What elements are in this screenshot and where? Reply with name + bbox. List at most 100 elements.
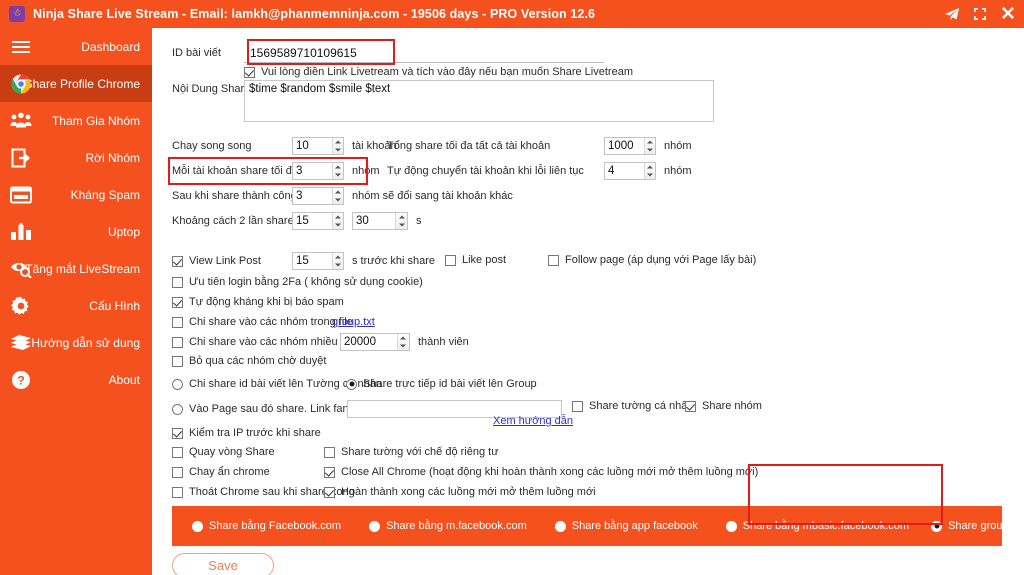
per-account-input[interactable] bbox=[293, 163, 332, 179]
guide-link[interactable]: Xem hướng dẫn bbox=[493, 415, 573, 427]
follow-page-label: Follow page (áp dụng với Page lấy bài) bbox=[565, 254, 757, 266]
auto-appeal-row[interactable]: Tự động kháng khi bị báo spam bbox=[172, 296, 344, 308]
view-link-post-checkbox[interactable]: View Link Post bbox=[172, 255, 292, 267]
interval-max-input[interactable] bbox=[353, 213, 396, 229]
like-post-row[interactable]: Like post bbox=[445, 254, 506, 266]
hidden-chrome-row[interactable]: Chay ẩn chrome bbox=[172, 466, 270, 478]
main-content: ID bài viết Vui lòng điền Link Livetream… bbox=[152, 28, 1024, 575]
auto-switch-stepper[interactable] bbox=[604, 162, 656, 180]
stepper-buttons[interactable] bbox=[643, 163, 655, 179]
parallel-stepper[interactable] bbox=[292, 137, 344, 155]
stepper-buttons[interactable] bbox=[643, 138, 655, 154]
stepper-buttons[interactable] bbox=[331, 163, 343, 179]
follow-page-checkbox[interactable]: Follow page (áp dụng với Page lấy bài) bbox=[548, 254, 756, 266]
chrome-icon bbox=[9, 72, 33, 96]
follow-page-row[interactable]: Follow page (áp dụng với Page lấy bài) bbox=[548, 254, 756, 266]
hamburger-icon[interactable] bbox=[9, 35, 33, 59]
sidebar-item-share-profile-chrome[interactable]: Share Profile Chrome bbox=[0, 65, 152, 102]
min-members-stepper[interactable] bbox=[340, 333, 410, 351]
close-all-chrome-label: Close All Chrome (hoạt động khi hoàn thà… bbox=[341, 466, 759, 478]
app-window: ☃ Ninja Share Live Stream - Email: lamkh… bbox=[0, 0, 1024, 575]
only-file-groups-checkbox[interactable]: Chi share vào các nhóm trong file bbox=[172, 316, 353, 328]
sidebar-item-uptop[interactable]: Uptop bbox=[0, 213, 152, 250]
via-page-radio[interactable]: Vào Page sau đó share. Link fanpage bbox=[172, 403, 373, 415]
sidebar-item-tang-mat-livestream[interactable]: Tăng mắt LiveStream bbox=[0, 250, 152, 287]
like-post-checkbox[interactable]: Like post bbox=[445, 254, 506, 266]
checkbox-box bbox=[572, 400, 583, 412]
share-personal-wall-row[interactable]: Share tường cá nhân bbox=[572, 400, 693, 412]
share-method-share-group-chrome-2022[interactable]: Share group bằng chrome 2022 bbox=[931, 520, 1024, 532]
stepper-buttons[interactable] bbox=[331, 253, 343, 269]
stepper-buttons[interactable] bbox=[331, 138, 343, 154]
post-id-input[interactable] bbox=[244, 43, 604, 63]
min-members-input[interactable] bbox=[341, 334, 397, 350]
view-link-seconds-input[interactable] bbox=[293, 253, 332, 269]
sidebar-item-huong-dan-su-dung[interactable]: Hướng dẫn sử dung bbox=[0, 324, 152, 361]
parallel-input[interactable] bbox=[293, 138, 332, 154]
title-bar: ☃ Ninja Share Live Stream - Email: lamkh… bbox=[0, 0, 1024, 28]
view-link-seconds-stepper[interactable] bbox=[292, 252, 344, 270]
interval-min-input[interactable] bbox=[293, 213, 332, 229]
hidden-chrome-checkbox[interactable]: Chay ẩn chrome bbox=[172, 466, 270, 478]
skip-pending-row[interactable]: Bỏ qua các nhóm chờ duyệt bbox=[172, 355, 326, 367]
parallel-label: Chay song song bbox=[172, 140, 252, 152]
livestream-checkbox[interactable]: Vui lòng điền Link Livetream và tích vào… bbox=[244, 66, 633, 78]
stepper-buttons[interactable] bbox=[395, 213, 407, 229]
private-wall-checkbox[interactable]: Share tường với chế độ riêng tư bbox=[324, 446, 499, 458]
share-group-checkbox-row[interactable]: Share nhóm bbox=[685, 400, 762, 412]
close-icon[interactable] bbox=[1000, 6, 1016, 22]
sidebar-item-label: Tăng mắt LiveStream bbox=[25, 261, 140, 276]
telegram-icon[interactable] bbox=[944, 7, 960, 21]
stepper-buttons[interactable] bbox=[331, 213, 343, 229]
share-group-radio-row[interactable]: Share trực tiếp id bài viết lên Group bbox=[346, 378, 537, 390]
sidebar-item-about[interactable]: ? About bbox=[0, 361, 152, 398]
share-method-app-facebook[interactable]: Share bằng app facebook bbox=[554, 520, 698, 532]
guide-link-row[interactable]: Xem hướng dẫn bbox=[493, 415, 573, 427]
check-ip-row[interactable]: Kiểm tra IP trước khi share bbox=[172, 427, 321, 439]
share-method-facebook-com[interactable]: Share bằng Facebook.com bbox=[192, 520, 341, 532]
private-wall-row[interactable]: Share tường với chế độ riêng tư bbox=[324, 446, 499, 458]
per-account-stepper[interactable] bbox=[292, 162, 344, 180]
rotate-share-row[interactable]: Quay vòng Share bbox=[172, 446, 275, 458]
after-success-stepper[interactable] bbox=[292, 187, 344, 205]
total-share-input[interactable] bbox=[605, 138, 644, 154]
save-button[interactable]: Save bbox=[172, 553, 274, 575]
check-ip-checkbox[interactable]: Kiểm tra IP trước khi share bbox=[172, 427, 321, 439]
sidebar-item-cau-hinh[interactable]: Cấu Hình bbox=[0, 287, 152, 324]
checkbox-box bbox=[172, 486, 183, 498]
finish-threads-checkbox[interactable]: Hoàn thành xong các luồng mới mở thêm lu… bbox=[324, 486, 596, 498]
interval-max-stepper[interactable] bbox=[352, 212, 408, 230]
share-group-radio-label: Share trực tiếp id bài viết lên Group bbox=[363, 378, 537, 390]
min-members-label: Chi share vào các nhóm nhiều hơn bbox=[189, 336, 361, 348]
close-all-chrome-checkbox[interactable]: Close All Chrome (hoạt động khi hoàn thà… bbox=[324, 466, 758, 478]
auto-appeal-checkbox[interactable]: Tự động kháng khi bị báo spam bbox=[172, 296, 344, 308]
close-all-chrome-row[interactable]: Close All Chrome (hoạt động khi hoàn thà… bbox=[324, 466, 758, 478]
skip-pending-checkbox[interactable]: Bỏ qua các nhóm chờ duyệt bbox=[172, 355, 326, 367]
sidebar-item-tham-gia-nhom[interactable]: Tham Gia Nhóm bbox=[0, 102, 152, 139]
sidebar-item-khang-spam[interactable]: Kháng Spam bbox=[0, 176, 152, 213]
share-method-m-facebook-com[interactable]: Share bằng m.facebook.com bbox=[369, 520, 527, 532]
prefer-2fa-checkbox[interactable]: Ưu tiên login bằng 2Fa ( không sử dụng c… bbox=[172, 276, 423, 288]
share-personal-wall-checkbox[interactable]: Share tường cá nhân bbox=[572, 400, 693, 412]
total-share-stepper[interactable] bbox=[604, 137, 656, 155]
group-file-link[interactable]: group.txt bbox=[332, 316, 375, 328]
content-share-textarea[interactable]: $time $random $smile $text bbox=[244, 80, 714, 122]
stepper-buttons[interactable] bbox=[331, 188, 343, 204]
auto-switch-input[interactable] bbox=[605, 163, 644, 179]
sidebar-menu-toggle[interactable]: Dashboard bbox=[0, 28, 152, 65]
sidebar-item-label: Kháng Spam bbox=[70, 187, 140, 202]
after-success-input[interactable] bbox=[293, 188, 332, 204]
prefer-2fa-row[interactable]: Ưu tiên login bằng 2Fa ( không sử dụng c… bbox=[172, 276, 423, 288]
share-group-checkbox[interactable]: Share nhóm bbox=[685, 400, 762, 412]
livestream-checkbox-row[interactable]: Vui lòng điền Link Livetream và tích vào… bbox=[244, 66, 633, 78]
finish-threads-row[interactable]: Hoàn thành xong các luồng mới mở thêm lu… bbox=[324, 486, 596, 498]
checkbox-box bbox=[172, 296, 183, 308]
sidebar-item-roi-nhom[interactable]: Rời Nhóm bbox=[0, 139, 152, 176]
min-members-checkbox[interactable]: Chi share vào các nhóm nhiều hơn bbox=[172, 336, 360, 348]
minimize-icon[interactable] bbox=[973, 7, 987, 21]
share-group-radio[interactable]: Share trực tiếp id bài viết lên Group bbox=[346, 378, 537, 390]
share-method-mbasic-facebook-com[interactable]: Share bằng mbasic.facebook.com bbox=[725, 520, 909, 532]
rotate-share-checkbox[interactable]: Quay vòng Share bbox=[172, 446, 275, 458]
stepper-buttons[interactable] bbox=[396, 334, 409, 350]
interval-min-stepper[interactable] bbox=[292, 212, 344, 230]
